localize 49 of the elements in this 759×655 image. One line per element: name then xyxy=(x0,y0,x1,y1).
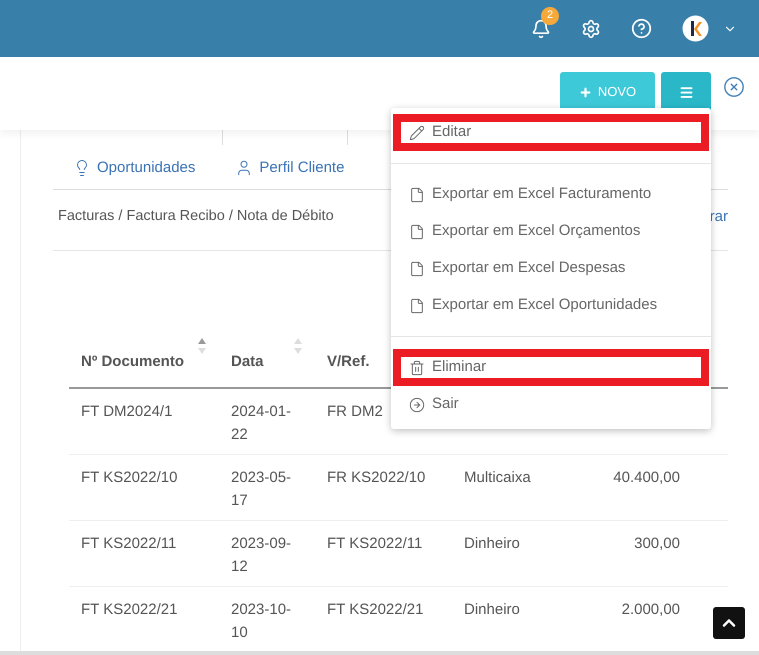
settings-icon[interactable] xyxy=(581,18,601,38)
avatar-icon[interactable] xyxy=(682,15,709,42)
menu-item[interactable]: Eliminar xyxy=(393,349,709,386)
file-icon xyxy=(409,186,425,202)
table-cell-text: Dinheiro xyxy=(464,600,520,620)
table-cell-text: 2024-01-22 xyxy=(231,402,292,445)
file-icon xyxy=(409,260,425,276)
menu-item[interactable]: Exportar em Excel Despesas xyxy=(391,250,711,287)
table-cell-text: 300,00 xyxy=(634,534,680,554)
table-cell-text: FT KS2022/21 xyxy=(327,600,424,620)
menu-item[interactable]: Exportar em Excel Oportunidades xyxy=(391,287,711,324)
table-cell-text: FT KS2022/21 xyxy=(81,600,178,620)
table-cell-text: Multicaixa xyxy=(464,468,531,488)
notification-count: 2 xyxy=(541,6,559,24)
menu-button[interactable] xyxy=(661,72,711,112)
file-icon xyxy=(409,224,425,240)
table-cell-text: FT KS2022/11 xyxy=(327,534,422,554)
table-cell-text: 40.400,00 xyxy=(613,468,680,488)
column-header[interactable]: Nº Documento xyxy=(81,350,184,373)
table-cell-text: Dinheiro xyxy=(464,534,520,554)
table-cell-text: 2023-10-10 xyxy=(231,600,292,643)
trash-icon xyxy=(409,360,425,376)
bell-icon[interactable] xyxy=(531,18,551,38)
table-cell-text: FT DM2024/1 xyxy=(81,402,172,422)
tab[interactable]: Perfil Cliente xyxy=(235,156,344,180)
menu-item[interactable]: Editar xyxy=(393,114,709,151)
menu-item[interactable]: Sair xyxy=(391,386,711,423)
table-cell-text: FT KS2022/10 xyxy=(81,468,178,488)
breadcrumb: Facturas / Factura Recibo / Nota de Débito xyxy=(57,207,334,226)
help-icon[interactable] xyxy=(631,18,652,39)
menu-item[interactable]: Exportar em Excel Facturamento xyxy=(391,176,711,213)
table-cell-text: FR DM2 xyxy=(327,402,383,422)
column-header[interactable]: Data xyxy=(231,350,264,373)
menu-item[interactable]: Exportar em Excel Orçamentos xyxy=(391,213,711,250)
table-cell-text: FT KS2022/11 xyxy=(81,534,176,554)
table-cell-text: 2023-09-12 xyxy=(231,534,292,577)
pencil-icon xyxy=(409,124,425,140)
sort-icon[interactable] xyxy=(197,337,207,355)
table-cell-text: 2023-05-17 xyxy=(231,468,292,511)
menu-icon xyxy=(678,84,694,100)
back-to-top-button[interactable] xyxy=(713,607,745,639)
plus-icon xyxy=(578,86,592,98)
tab[interactable]: Oportunidades xyxy=(73,156,196,180)
column-header[interactable]: V/Ref. xyxy=(327,350,370,373)
close-icon[interactable] xyxy=(723,76,745,98)
table-cell-text: FR KS2022/10 xyxy=(327,468,426,488)
table-cell-text: 2.000,00 xyxy=(622,600,680,620)
arrow-circle-icon xyxy=(409,396,425,412)
file-icon xyxy=(409,298,425,314)
